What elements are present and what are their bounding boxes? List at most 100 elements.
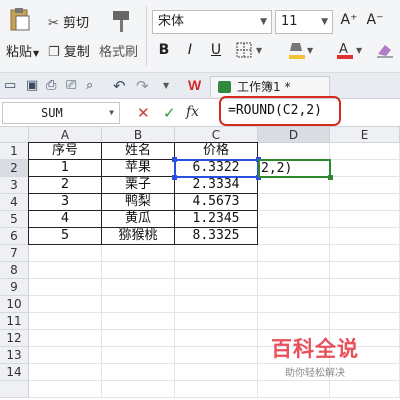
column-header-c[interactable]: C: [175, 127, 258, 143]
font-name-select[interactable]: 宋体 ▼: [152, 10, 272, 34]
redo-icon[interactable]: ↷: [136, 77, 149, 95]
cell-a6[interactable]: 5: [29, 228, 102, 245]
font-color-icon[interactable]: A: [336, 40, 354, 60]
row-header-1[interactable]: 1: [0, 143, 29, 160]
grid-cell[interactable]: [29, 330, 102, 347]
grid-cell[interactable]: [258, 296, 330, 313]
grid-cell[interactable]: [102, 262, 175, 279]
cell-b2[interactable]: 苹果: [102, 160, 175, 177]
cell-b5[interactable]: 黄瓜: [102, 211, 175, 228]
cell-b1[interactable]: 姓名: [102, 143, 175, 160]
grid-cell[interactable]: [175, 279, 258, 296]
selection-handle[interactable]: [172, 157, 177, 162]
bold-button[interactable]: B: [156, 42, 172, 58]
save-icon[interactable]: ▣: [26, 78, 38, 93]
customize-dropdown-icon[interactable]: ▼: [163, 81, 169, 90]
format-painter-button[interactable]: 格式刷: [99, 41, 138, 60]
font-size-select[interactable]: 11 ▼: [275, 10, 333, 34]
chevron-down-icon[interactable]: ▼: [109, 103, 114, 123]
grid-cell[interactable]: [258, 143, 330, 160]
grid-cell[interactable]: [29, 245, 102, 262]
column-header-b[interactable]: B: [102, 127, 175, 143]
fill-handle[interactable]: [328, 175, 333, 180]
row-header-12[interactable]: 12: [0, 330, 29, 347]
format-painter-icon[interactable]: [110, 8, 134, 34]
grid-cell[interactable]: [175, 381, 258, 398]
grid-cell[interactable]: [258, 245, 330, 262]
grid-cell[interactable]: [175, 364, 258, 381]
grid-cell[interactable]: [330, 262, 400, 279]
clear-format-icon[interactable]: [376, 42, 394, 58]
fill-color-icon[interactable]: [288, 40, 306, 60]
active-cell-d2[interactable]: 2,2): [258, 159, 331, 178]
print-icon[interactable]: ⎚: [66, 78, 76, 93]
grid-cell[interactable]: [102, 364, 175, 381]
folder-icon[interactable]: ▭: [4, 78, 16, 93]
row-header-15[interactable]: [0, 381, 29, 398]
grid-cell[interactable]: [258, 313, 330, 330]
cell-c5[interactable]: 1.2345: [175, 211, 258, 228]
grid-cell[interactable]: [330, 228, 400, 245]
cell-c4[interactable]: 4.5673: [175, 194, 258, 211]
grid-cell[interactable]: [330, 245, 400, 262]
cut-button[interactable]: ✂ 剪切: [48, 12, 89, 31]
print-preview-icon[interactable]: ⌕: [86, 78, 93, 93]
grid-cell[interactable]: [330, 313, 400, 330]
cell-a2[interactable]: 1: [29, 160, 102, 177]
paste-icon[interactable]: [8, 6, 32, 32]
row-header-13[interactable]: 13: [0, 347, 29, 364]
grid-cell[interactable]: [29, 313, 102, 330]
grid-cell[interactable]: [102, 313, 175, 330]
chevron-down-icon[interactable]: ▼: [356, 46, 362, 55]
row-header-4[interactable]: 4: [0, 194, 29, 211]
grid-cell[interactable]: [102, 330, 175, 347]
row-header-10[interactable]: 10: [0, 296, 29, 313]
grid-cell[interactable]: [330, 296, 400, 313]
row-header-3[interactable]: 3: [0, 177, 29, 194]
grid-cell[interactable]: [175, 330, 258, 347]
grid-cell[interactable]: [175, 262, 258, 279]
row-header-9[interactable]: 9: [0, 279, 29, 296]
name-box[interactable]: SUM ▼: [2, 102, 120, 124]
row-header-2[interactable]: 2: [0, 160, 29, 177]
grid-cell[interactable]: [330, 381, 400, 398]
grid-cell[interactable]: [258, 262, 330, 279]
grid-cell[interactable]: [29, 279, 102, 296]
underline-button[interactable]: U: [208, 42, 224, 58]
grid-cell[interactable]: [102, 245, 175, 262]
wps-logo-icon[interactable]: W: [188, 77, 201, 93]
cell-b3[interactable]: 栗子: [102, 177, 175, 194]
grid-cell[interactable]: [330, 211, 400, 228]
grid-cell[interactable]: [175, 296, 258, 313]
paste-button[interactable]: 粘贴▼: [6, 41, 39, 60]
row-header-5[interactable]: 5: [0, 211, 29, 228]
grid-cell[interactable]: [258, 381, 330, 398]
grid-cell[interactable]: [330, 160, 400, 177]
grid-cell[interactable]: [29, 296, 102, 313]
undo-icon[interactable]: ↶: [113, 77, 126, 95]
cancel-icon[interactable]: ✕: [137, 104, 150, 122]
grid-cell[interactable]: [330, 194, 400, 211]
grid-cell[interactable]: [29, 262, 102, 279]
row-header-7[interactable]: 7: [0, 245, 29, 262]
grid-cell[interactable]: [258, 279, 330, 296]
column-header-a[interactable]: A: [29, 127, 102, 143]
grid-cell[interactable]: [258, 211, 330, 228]
cell-a5[interactable]: 4: [29, 211, 102, 228]
grid-cell[interactable]: [330, 143, 400, 160]
grid-cell[interactable]: [258, 177, 330, 194]
cell-a3[interactable]: 2: [29, 177, 102, 194]
grid-cell[interactable]: [330, 177, 400, 194]
copy-button[interactable]: ❐ 复制: [48, 41, 90, 60]
grid-cell[interactable]: [102, 296, 175, 313]
grid-cell[interactable]: [102, 381, 175, 398]
export-pdf-icon[interactable]: ⎙: [46, 78, 56, 93]
row-header-11[interactable]: 11: [0, 313, 29, 330]
grid-cell[interactable]: [175, 347, 258, 364]
grid-cell[interactable]: [175, 245, 258, 262]
row-header-8[interactable]: 8: [0, 262, 29, 279]
enter-icon[interactable]: ✓: [163, 104, 176, 122]
cell-b4[interactable]: 鸭梨: [102, 194, 175, 211]
cell-a4[interactable]: 3: [29, 194, 102, 211]
grid-cell[interactable]: [29, 364, 102, 381]
